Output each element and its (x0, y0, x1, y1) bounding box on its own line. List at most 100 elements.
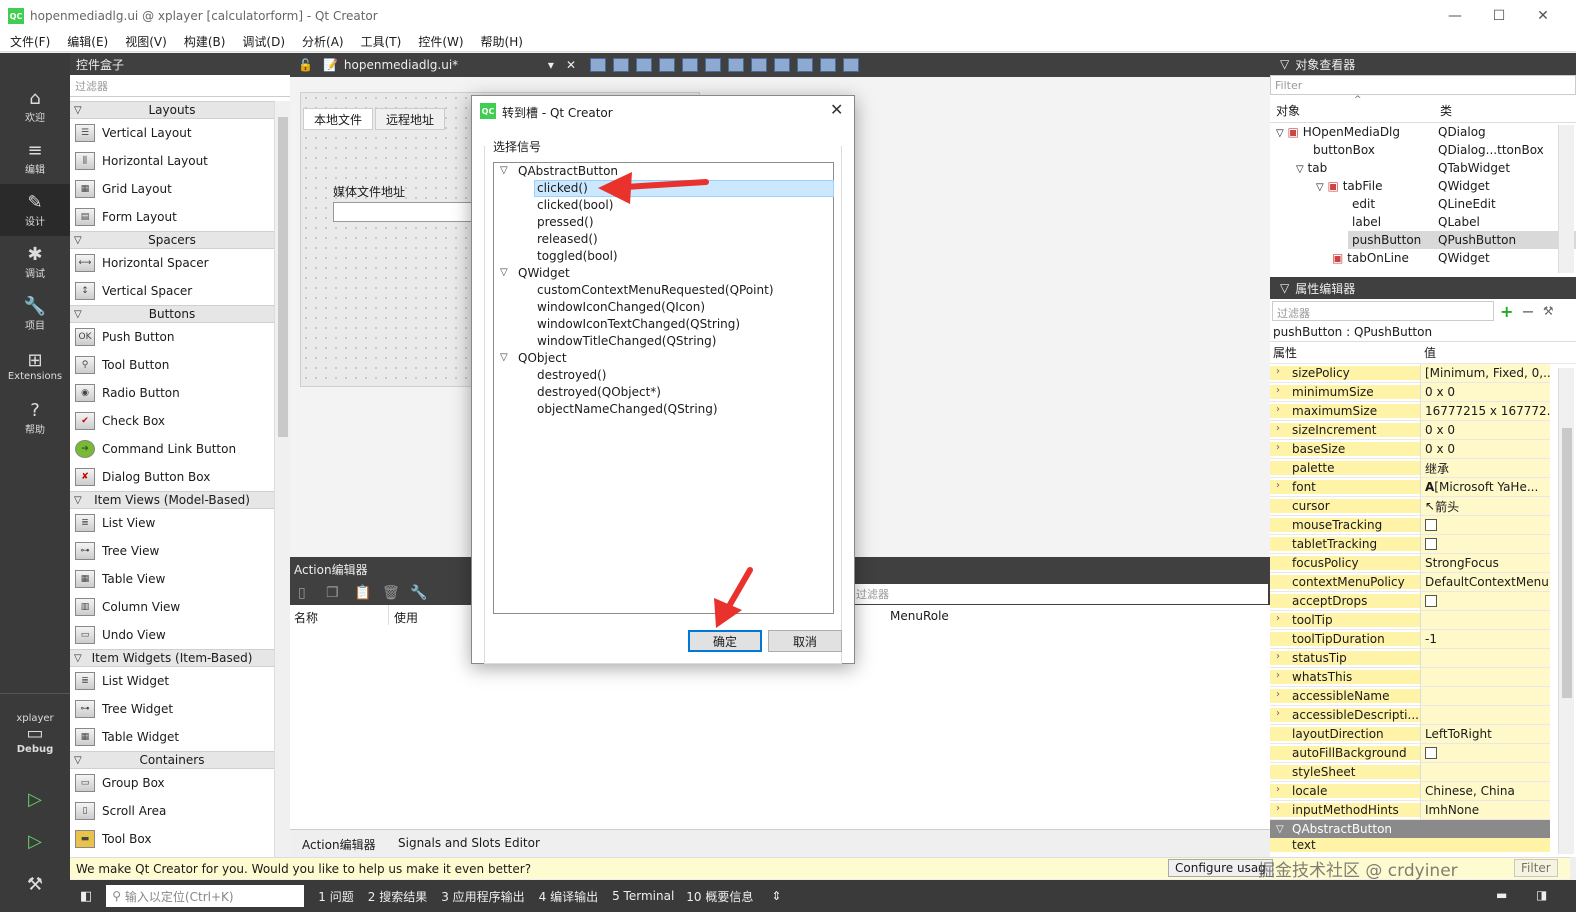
tree-row[interactable]: label QLabel (1270, 213, 1576, 231)
debug-run-button[interactable]: ▷ (0, 820, 70, 864)
menu-tools[interactable]: 工具(T) (351, 33, 409, 50)
category-containers[interactable]: ▽ Containers (70, 751, 274, 769)
property-value[interactable] (1420, 668, 1550, 686)
chevron-right-icon[interactable]: › (1276, 613, 1280, 624)
lay-out-form-icon[interactable] (774, 58, 790, 73)
close-button[interactable]: ✕ (1520, 0, 1566, 32)
property-value[interactable]: 16777215 x 167772... (1420, 402, 1550, 420)
menu-build[interactable]: 构建(B) (174, 33, 233, 50)
property-value[interactable] (1420, 592, 1550, 610)
widget-box-scrollbar[interactable] (274, 101, 290, 857)
property-filter-input[interactable]: 过滤器 (1272, 301, 1494, 321)
output-tab-search[interactable]: 2 搜索结果 (368, 888, 427, 905)
splitter-vertical-icon[interactable] (751, 58, 767, 73)
signal-item[interactable]: pressed() (537, 215, 594, 229)
property-value[interactable]: 0 x 0 (1420, 421, 1550, 439)
checkbox[interactable] (1425, 538, 1437, 550)
widget-scroll-area[interactable]: ▯ Scroll Area (70, 797, 274, 825)
property-value[interactable] (1420, 706, 1550, 724)
tab-signals-slots[interactable]: Signals and Slots Editor (398, 836, 540, 850)
chevron-down-icon[interactable]: ▽ (500, 352, 508, 363)
property-value[interactable]: -1 (1420, 630, 1550, 648)
media-file-input[interactable] (333, 202, 483, 222)
lay-out-grid-icon[interactable] (797, 58, 813, 73)
widget-filter-input[interactable]: 过滤器 (70, 75, 290, 97)
output-tab-issues[interactable]: 1 问题 (318, 888, 353, 905)
property-value[interactable]: A [Microsoft YaHe... (1420, 478, 1550, 496)
build-button[interactable]: ⚒ (0, 863, 70, 907)
remove-property-icon[interactable]: − (1521, 302, 1534, 321)
chevron-right-icon[interactable]: › (1276, 803, 1280, 814)
property-row[interactable]: acceptDrops (1270, 592, 1550, 611)
object-tree-scrollbar[interactable] (1558, 125, 1574, 273)
signal-item[interactable]: windowIconChanged(QIcon) (537, 300, 705, 314)
property-value[interactable]: 继承 (1420, 459, 1550, 477)
mode-edit[interactable]: ≡ 编辑 (0, 132, 70, 184)
widget-vertical-layout[interactable]: ☰ Vertical Layout (70, 119, 274, 147)
signal-item[interactable]: objectNameChanged(QString) (537, 402, 718, 416)
tab-remote-address[interactable]: 远程地址 (375, 108, 445, 130)
output-tab-general[interactable]: 10 概要信息 (686, 888, 753, 905)
chevron-down-icon[interactable]: ▽ (500, 267, 508, 278)
copy-action-icon[interactable]: ❐ (326, 585, 339, 601)
property-row[interactable]: styleSheet (1270, 763, 1550, 782)
locator-input[interactable]: ⚲ 输入以定位(Ctrl+K) (106, 885, 305, 907)
mode-projects[interactable]: 🔧 项目 (0, 288, 70, 340)
output-tab-terminal[interactable]: 5 Terminal (612, 889, 674, 903)
property-section-qabstractbutton[interactable]: ▽ QAbstractButton (1270, 820, 1550, 838)
widget-grid-layout[interactable]: ▦ Grid Layout (70, 175, 274, 203)
signal-group-qwidget[interactable]: QWidget (518, 266, 570, 280)
tree-row[interactable]: ▽ ▣ HOpenMediaDlg QDialog (1270, 123, 1576, 141)
checkbox[interactable] (1425, 747, 1437, 759)
property-value[interactable]: LeftToRight (1420, 725, 1550, 743)
widget-undo-view[interactable]: ▭ Undo View (70, 621, 274, 649)
filter-button[interactable]: Filter (1514, 859, 1558, 877)
signal-item[interactable]: clicked(bool) (537, 198, 613, 212)
category-layouts[interactable]: ▽ Layouts (70, 101, 274, 119)
delete-action-icon[interactable]: 🗑 (382, 585, 400, 601)
right-sidebar-toggle-icon[interactable]: ◨ (1536, 888, 1547, 902)
document-selector[interactable]: hopenmediadlg.ui* (344, 58, 544, 72)
output-tab-app-output[interactable]: 3 应用程序输出 (441, 888, 524, 905)
widget-form-layout[interactable]: ▤ Form Layout (70, 203, 274, 231)
signal-item[interactable]: windowIconTextChanged(QString) (537, 317, 740, 331)
signal-item[interactable]: customContextMenuRequested(QPoint) (537, 283, 774, 297)
mode-design[interactable]: ✎ 设计 (0, 184, 70, 236)
tree-row[interactable]: buttonBox QDialog...ttonBox (1270, 141, 1576, 159)
property-value[interactable] (1420, 763, 1550, 781)
column-header-property[interactable]: 属性 (1270, 344, 1420, 361)
chevron-right-icon[interactable]: › (1276, 651, 1280, 662)
category-item-widgets[interactable]: ▽ Item Widgets (Item-Based) (70, 649, 274, 667)
widget-tree-widget[interactable]: ⊶ Tree Widget (70, 695, 274, 723)
scrollbar-thumb[interactable] (278, 117, 288, 437)
property-row[interactable]: › inputMethodHints ImhNone (1270, 801, 1550, 820)
chevron-down-icon[interactable]: ▽ (1280, 281, 1289, 295)
menu-file[interactable]: 文件(F) (0, 33, 57, 50)
lay-out-vertical-icon[interactable] (705, 58, 721, 73)
signal-item-selected[interactable]: clicked() (537, 181, 588, 195)
configure-action-icon[interactable]: 🔧 (410, 585, 427, 601)
property-row[interactable]: layoutDirection LeftToRight (1270, 725, 1550, 744)
sidebar-toggle-icon[interactable]: ◧ (80, 889, 92, 904)
paste-action-icon[interactable]: 📋 (354, 585, 371, 601)
menu-debug[interactable]: 调试(D) (232, 33, 292, 50)
chevron-right-icon[interactable]: › (1276, 670, 1280, 681)
property-row[interactable]: focusPolicy StrongFocus (1270, 554, 1550, 573)
progress-icon[interactable]: ▬ (1496, 888, 1507, 902)
tree-row-selected[interactable]: pushButton QPushButton (1348, 231, 1576, 249)
tree-row[interactable]: edit QLineEdit (1270, 195, 1576, 213)
property-row[interactable]: tabletTracking (1270, 535, 1550, 554)
dialog-close-button[interactable]: ✕ (830, 100, 843, 119)
property-row[interactable]: contextMenuPolicy DefaultContextMenu (1270, 573, 1550, 592)
chevron-right-icon[interactable]: › (1276, 708, 1280, 719)
scrollbar-thumb[interactable] (1562, 428, 1572, 698)
minimize-button[interactable]: — (1432, 0, 1478, 32)
property-value[interactable]: DefaultContextMenu (1420, 573, 1550, 591)
signal-item[interactable]: destroyed(QObject*) (537, 385, 661, 399)
column-header-name[interactable]: 名称 (294, 609, 318, 626)
widget-radio-button[interactable]: ◉ Radio Button (70, 379, 274, 407)
tab-action-editor[interactable]: Action编辑器 (302, 836, 376, 853)
mode-debug[interactable]: ✱ 调试 (0, 236, 70, 288)
chevron-right-icon[interactable]: › (1276, 404, 1280, 415)
widget-push-button[interactable]: OK Push Button (70, 323, 274, 351)
